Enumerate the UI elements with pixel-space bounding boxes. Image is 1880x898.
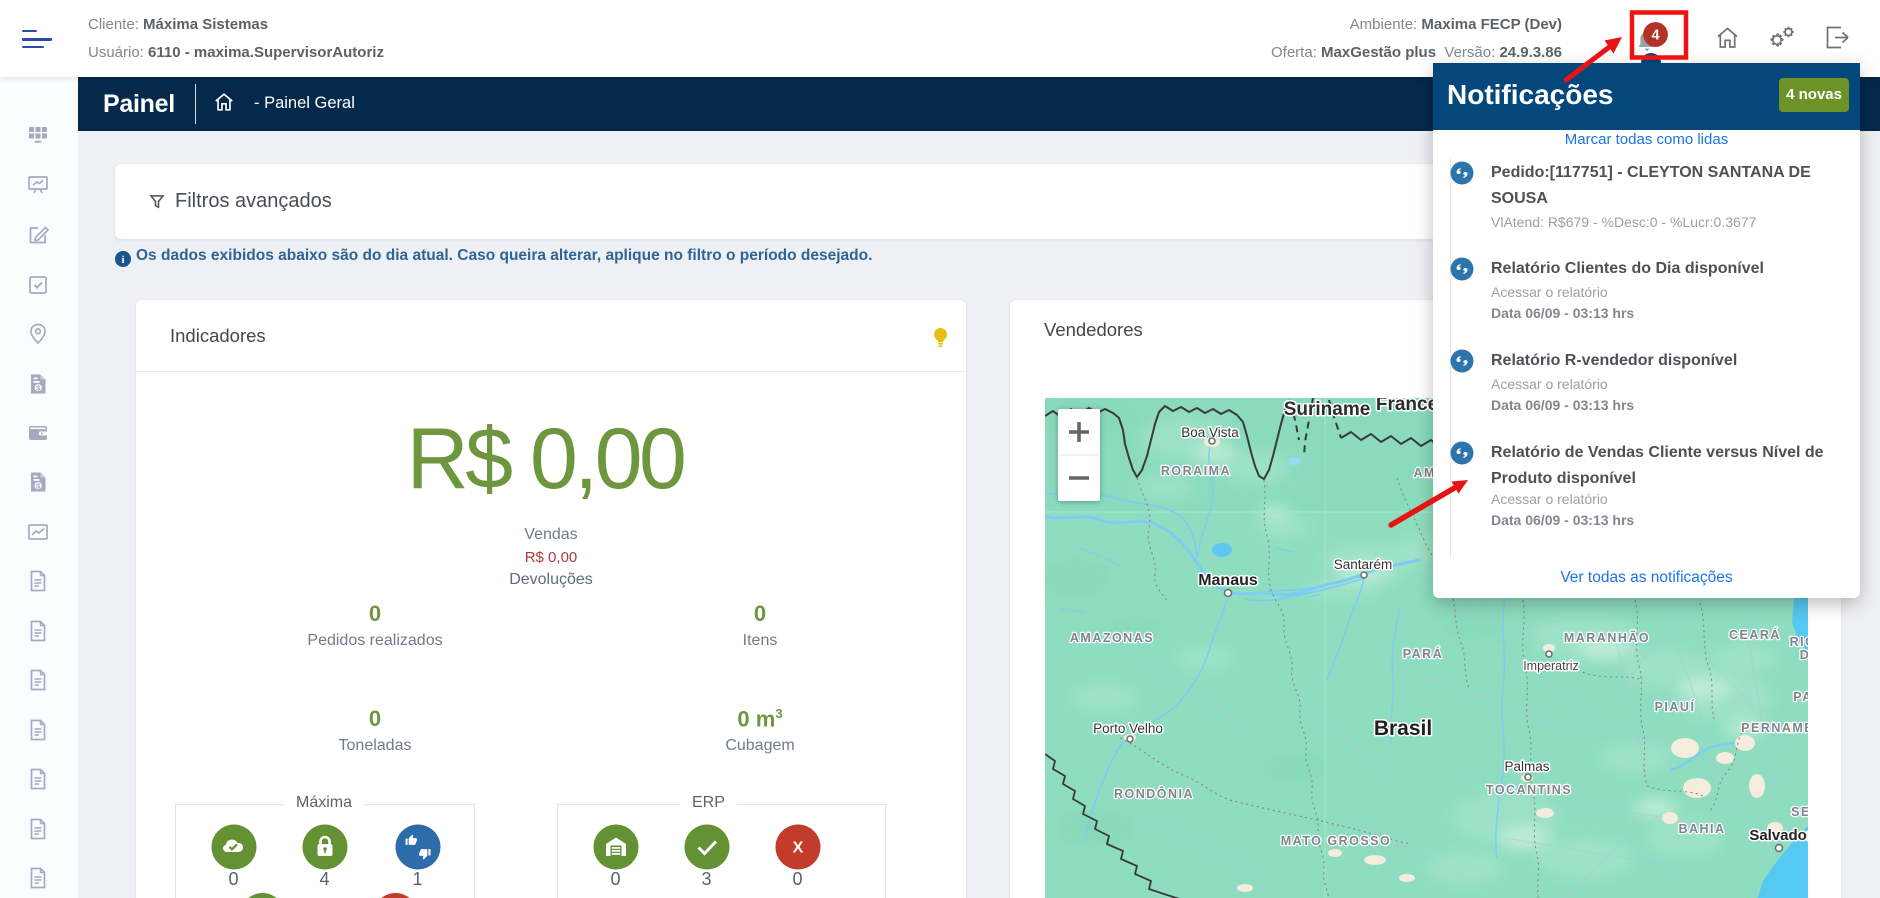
svg-text:CEARÁ: CEARÁ [1729,627,1781,642]
svg-text:France: France [1376,398,1438,415]
svg-text:Palmas: Palmas [1504,759,1549,774]
svg-text:TOCANTINS: TOCANTINS [1486,783,1572,797]
svg-text:RIO: RIO [1790,635,1808,649]
svg-text:BAHIA: BAHIA [1678,822,1725,836]
svg-text:AMAZONAS: AMAZONAS [1070,631,1154,645]
svg-text:Salvador: Salvador [1749,827,1808,844]
svg-text:Porto Velho: Porto Velho [1093,721,1163,736]
svg-text:PARÁ: PARÁ [1403,646,1444,661]
svg-text:Imperatriz: Imperatriz [1523,659,1579,673]
svg-text:SE: SE [1791,805,1808,819]
svg-text:MATO GROSSO: MATO GROSSO [1281,834,1392,848]
svg-text:MARANHÃO: MARANHÃO [1564,630,1650,645]
svg-text:Brasil: Brasil [1374,717,1432,740]
svg-text:X: X [793,840,804,857]
svg-text:PA: PA [1793,690,1808,704]
svg-text:PIAUÍ: PIAUÍ [1655,699,1696,714]
svg-text:PERNAMB: PERNAMB [1741,721,1808,735]
svg-text:Santarém: Santarém [1334,557,1393,572]
svg-text:Manaus: Manaus [1198,572,1258,589]
svg-text:i: i [121,254,124,266]
svg-text:RORAIMA: RORAIMA [1161,464,1231,478]
svg-text:RONDÔNIA: RONDÔNIA [1114,786,1194,801]
svg-text:4: 4 [1651,28,1659,44]
svg-text:D: D [1800,648,1808,662]
svg-text:Suriname: Suriname [1284,399,1371,420]
